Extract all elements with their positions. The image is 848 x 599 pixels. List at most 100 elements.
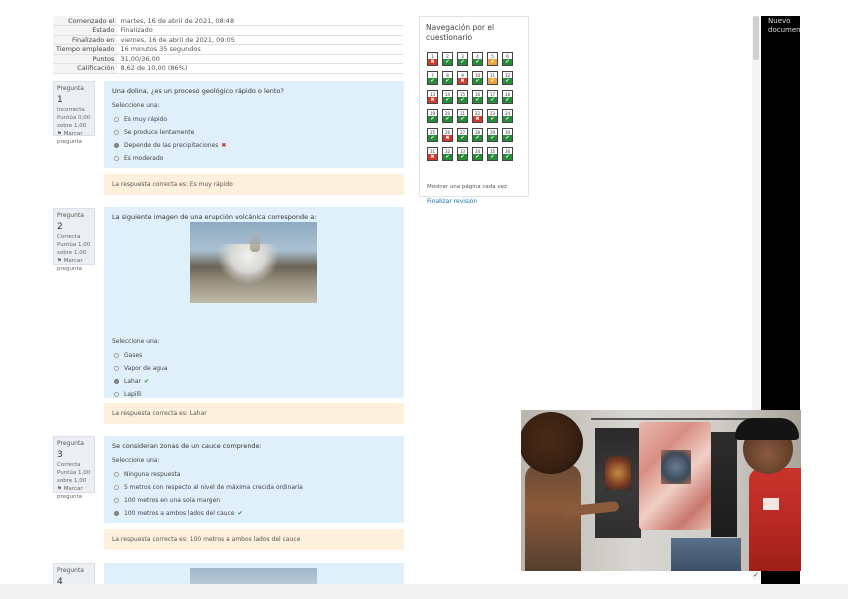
scrollbar-thumb[interactable] — [753, 16, 759, 60]
answer-text: Lahar — [124, 378, 141, 385]
question-nav-button[interactable]: 18 ✔ — [502, 90, 513, 104]
question-text: Una dolina, ¿es un proceso geológico ráp… — [112, 87, 284, 95]
flag-question-label: Marcar pregunta — [57, 257, 83, 272]
correct-status-icon: ✔ — [488, 116, 497, 122]
jacket-print — [605, 456, 631, 490]
question-nav-button[interactable]: 33 ✔ — [457, 147, 468, 161]
radio-button[interactable] — [114, 472, 119, 477]
incorrect-status-icon: ✖ — [428, 97, 437, 103]
radio-button[interactable] — [114, 485, 119, 490]
show-one-page-link[interactable]: Mostrar una página cada vez — [427, 184, 507, 190]
radio-button[interactable] — [114, 130, 119, 135]
new-document-label[interactable]: Nuevo documento — [768, 17, 800, 35]
question-number: Pregunta 3 — [57, 440, 91, 462]
question-content-1: Una dolina, ¿es un proceso geológico ráp… — [104, 81, 404, 168]
incorrect-status-icon: ✖ — [473, 116, 482, 122]
question-nav-button[interactable]: 3 ✔ — [457, 52, 468, 66]
question-nav-button[interactable]: 12 ✔ — [502, 71, 513, 85]
answer-option[interactable]: Es muy rápido — [112, 113, 396, 126]
answer-option[interactable]: Depende de las precipitaciones ✖ — [112, 139, 396, 152]
summary-value: 8,62 de 10,00 (86%) — [117, 63, 403, 74]
radio-button[interactable] — [114, 392, 119, 397]
question-nav-button[interactable]: 35 ✔ — [487, 147, 498, 161]
correct-status-icon: ✔ — [428, 116, 437, 122]
question-nav-button[interactable]: 19 ✔ — [427, 109, 438, 123]
question-nav-button[interactable]: 25 ✔ — [427, 128, 438, 142]
question-nav-button[interactable]: 31 ✖ — [427, 147, 438, 161]
question-nav-button[interactable]: 21 ✔ — [457, 109, 468, 123]
finish-review-link[interactable]: Finalizar revisión — [427, 198, 477, 205]
question-nav-button[interactable]: 24 ✔ — [502, 109, 513, 123]
question-nav-button[interactable]: 11 ✔ — [487, 71, 498, 85]
question-score: Puntúa 1,00 sobre 1,00 — [57, 469, 91, 484]
summary-label: Tiempo empleado — [53, 44, 118, 55]
question-nav-button[interactable]: 27 ✔ — [457, 128, 468, 142]
question-nav-button[interactable]: 23 ✔ — [487, 109, 498, 123]
question-nav-button[interactable]: 14 ✔ — [442, 90, 453, 104]
flag-question-label: Marcar pregunta — [57, 485, 83, 500]
answer-option[interactable]: 100 metros en una sola margen — [112, 494, 396, 507]
question-nav-button[interactable]: 20 ✔ — [442, 109, 453, 123]
summary-label: Finalizado en — [53, 35, 118, 45]
question-nav-button[interactable]: 26 ✖ — [442, 128, 453, 142]
correct-status-icon: ✔ — [443, 78, 452, 84]
radio-button[interactable] — [114, 366, 119, 371]
answer-option[interactable]: Se produce lentamente — [112, 126, 396, 139]
radio-button[interactable] — [114, 511, 119, 516]
question-nav-button[interactable]: 32 ✔ — [442, 147, 453, 161]
question-score: Puntúa 0,00 sobre 1,00 — [57, 114, 91, 129]
flag-question-link[interactable]: ⚑ Marcar pregunta — [57, 486, 91, 502]
correct-status-icon: ✔ — [443, 59, 452, 65]
correct-status-icon: ✔ — [473, 97, 482, 103]
radio-button[interactable] — [114, 156, 119, 161]
radio-button[interactable] — [114, 117, 119, 122]
answer-option[interactable]: Gases — [112, 349, 396, 362]
question-nav-button[interactable]: 9 ✖ — [457, 71, 468, 85]
correct-status-icon: ✔ — [503, 154, 512, 160]
summary-value: viernes, 16 de abril de 2021, 09:05 — [117, 35, 403, 45]
person-left — [525, 464, 581, 571]
question-nav-button[interactable]: 29 ✔ — [487, 128, 498, 142]
question-nav-button[interactable]: 17 ✔ — [487, 90, 498, 104]
radio-button[interactable] — [114, 353, 119, 358]
attempt-summary-table: Comenzado el martes, 16 de abril de 2021,… — [53, 16, 403, 74]
correct-status-icon: ✔ — [458, 135, 467, 141]
question-nav-button[interactable]: 34 ✔ — [472, 147, 483, 161]
question-nav-button[interactable]: 22 ✖ — [472, 109, 483, 123]
flag-question-link[interactable]: ⚑ Marcar pregunta — [57, 131, 91, 147]
answer-option[interactable]: Lahar ✔ — [112, 375, 396, 388]
radio-button[interactable] — [114, 379, 119, 384]
question-nav-button[interactable]: 1 ✖ — [427, 52, 438, 66]
question-nav-button[interactable]: 7 ✔ — [427, 71, 438, 85]
question-nav-button[interactable]: 6 ✔ — [502, 52, 513, 66]
correct-status-icon: ✔ — [488, 78, 497, 84]
flag-question-link[interactable]: ⚑ Marcar pregunta — [57, 258, 91, 274]
question-nav-button[interactable]: 28 ✔ — [472, 128, 483, 142]
question-nav-button[interactable]: 2 ✔ — [442, 52, 453, 66]
question-nav-button[interactable]: 36 ✔ — [502, 147, 513, 161]
correct-status-icon: ✔ — [473, 135, 482, 141]
answer-option[interactable]: Vapor de agua — [112, 362, 396, 375]
question-nav-button[interactable]: 5 ✔ — [487, 52, 498, 66]
question-nav-button[interactable]: 4 ✔ — [472, 52, 483, 66]
incorrect-status-icon: ✖ — [428, 59, 437, 65]
answer-option[interactable]: Lapilli — [112, 388, 396, 401]
question-nav-button[interactable]: 13 ✖ — [427, 90, 438, 104]
question-nav-button[interactable]: 15 ✔ — [457, 90, 468, 104]
answer-option[interactable]: Ninguna respuesta — [112, 468, 396, 481]
answer-text: 100 metros a ambos lados del cauce — [124, 510, 235, 517]
question-nav-button[interactable]: 8 ✔ — [442, 71, 453, 85]
question-nav-button[interactable]: 30 ✔ — [502, 128, 513, 142]
radio-button[interactable] — [114, 143, 119, 148]
answer-option[interactable]: 5 metros con respecto al nivel de máxima… — [112, 481, 396, 494]
answer-option[interactable]: 100 metros a ambos lados del cauce ✔ — [112, 507, 396, 520]
correct-status-icon: ✔ — [503, 97, 512, 103]
answer-option[interactable]: Es moderado — [112, 152, 396, 165]
correct-status-icon: ✔ — [503, 135, 512, 141]
quiz-navigation-title: Navegación por el cuestionario — [426, 23, 495, 42]
question-nav-button[interactable]: 10 ✔ — [472, 71, 483, 85]
radio-button[interactable] — [114, 498, 119, 503]
incorrect-icon: ✖ — [221, 142, 227, 149]
question-nav-button[interactable]: 16 ✔ — [472, 90, 483, 104]
video-overlay[interactable] — [521, 410, 801, 571]
